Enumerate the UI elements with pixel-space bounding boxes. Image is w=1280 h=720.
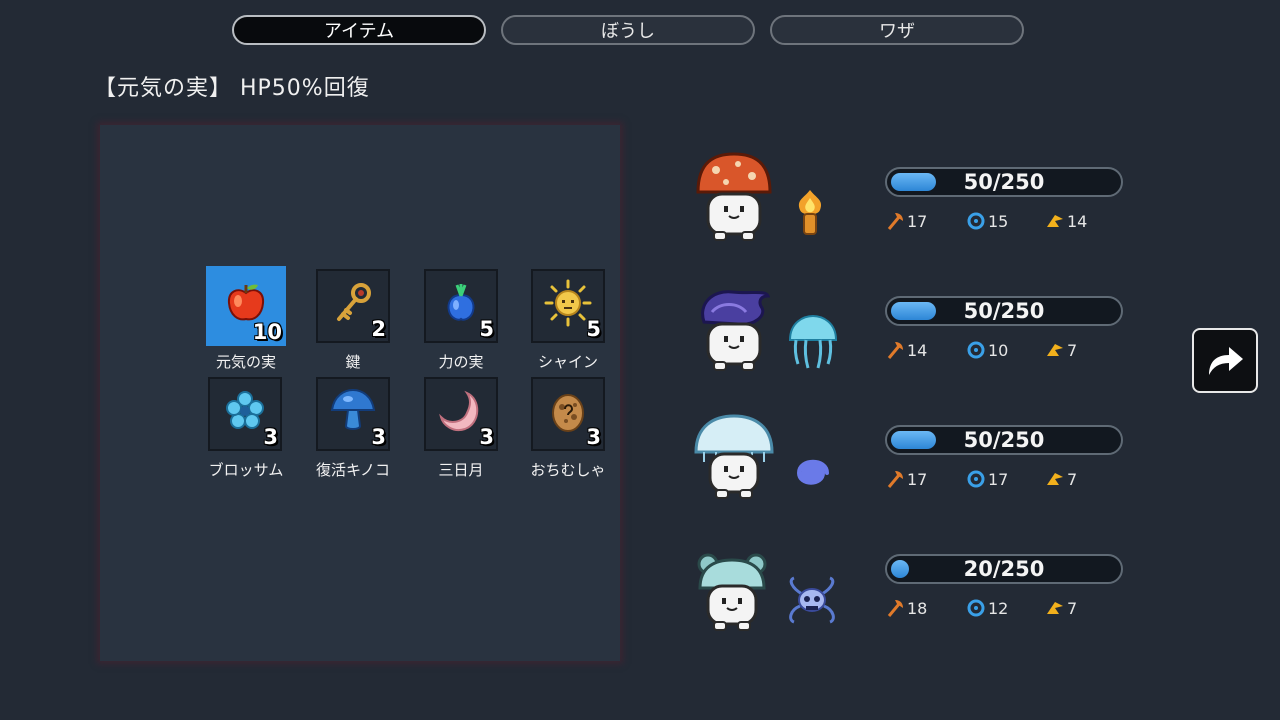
item-count: 3 (263, 425, 278, 449)
ring-icon (967, 212, 985, 230)
item-name: 力の実 (438, 353, 484, 371)
item-slot-moon[interactable]: 3 (424, 377, 498, 451)
item-slot-mushroom[interactable]: 3 (316, 377, 390, 451)
item-name: ブロッサム (208, 461, 284, 479)
speed-value: 7 (1067, 469, 1078, 489)
item-count: 3 (371, 425, 386, 449)
item-description: 【元気の実】 HP50%回復 (94, 76, 370, 101)
flame-hand-icon (798, 190, 822, 235)
key-icon (337, 283, 371, 322)
crescent-moon-icon (439, 390, 479, 432)
item-name: 元気の実 (215, 353, 276, 371)
wing-icon (1047, 473, 1063, 485)
defense-stat: 12 (966, 598, 1008, 618)
speed-value: 14 (1067, 211, 1088, 231)
speed-stat: 7 (1045, 598, 1077, 618)
defense-value: 17 (988, 469, 1009, 489)
attack-stat: 18 (885, 598, 927, 618)
attack-value: 17 (907, 469, 928, 489)
axe-icon (887, 342, 903, 359)
ring-icon (967, 470, 985, 488)
item-name: おちむしゃ (530, 461, 606, 479)
tab-hats[interactable]: ぼうし (501, 15, 755, 45)
item-count: 10 (252, 320, 282, 344)
hp-text: 50/250 (963, 299, 1045, 323)
attack-value: 14 (907, 340, 928, 360)
speed-stat: 7 (1045, 469, 1077, 489)
bear-ear-hat-character (697, 553, 767, 631)
item-name: 鍵 (345, 353, 361, 371)
tab-skills[interactable]: ワザ (770, 15, 1024, 45)
ring-icon (967, 599, 985, 617)
defense-value: 15 (988, 211, 1009, 231)
wing-icon (1047, 215, 1063, 227)
wing-icon (1047, 344, 1063, 356)
jellyfish-hat-character (694, 414, 774, 499)
tab-skills-label: ワザ (879, 21, 915, 42)
attack-value: 17 (907, 211, 928, 231)
hp-text: 20/250 (963, 557, 1045, 581)
party-member-4[interactable] (696, 552, 768, 640)
attack-stat: 14 (885, 340, 927, 360)
item-slot-sun[interactable]: 5 (531, 269, 605, 343)
egg-icon (552, 394, 584, 433)
axe-icon (887, 213, 903, 230)
defense-value: 10 (988, 340, 1009, 360)
item-slot-blue-fruit[interactable]: 5 (424, 269, 498, 343)
speed-value: 7 (1067, 598, 1078, 618)
party-member-1[interactable] (694, 152, 774, 252)
item-name: 三日月 (438, 461, 484, 479)
item-count: 2 (371, 317, 386, 341)
defense-stat: 10 (966, 340, 1008, 360)
hp-text: 50/250 (963, 170, 1045, 194)
hp-bar: 50/250 (885, 167, 1123, 197)
skull-tentacle-icon (789, 576, 835, 624)
axe-icon (887, 600, 903, 617)
purple-swirl-hat-character (701, 290, 771, 371)
item-count: 3 (479, 425, 494, 449)
party-member-3[interactable] (692, 412, 776, 510)
item-slot-key[interactable]: 2 (316, 269, 390, 343)
tab-hats-label: ぼうし (601, 21, 655, 42)
tab-items-label: アイテム (323, 21, 395, 42)
speed-value: 7 (1067, 340, 1078, 360)
item-name: シャイン (537, 353, 598, 371)
item-count: 5 (479, 317, 494, 341)
share-button[interactable] (1192, 328, 1258, 393)
hp-text: 50/250 (963, 428, 1045, 452)
speed-stat: 14 (1045, 211, 1087, 231)
inventory-panel: 10 元気の実 2 鍵 5 力の実 5 シャイン 3 ブロッサム 3 復活キノコ… (100, 125, 620, 661)
attack-stat: 17 (885, 211, 927, 231)
item-slot-egg[interactable]: 3 (531, 377, 605, 451)
blossom-icon (226, 391, 264, 430)
tab-items[interactable]: アイテム (232, 15, 486, 45)
hp-bar: 50/250 (885, 296, 1123, 326)
hp-bar: 20/250 (885, 554, 1123, 584)
attack-stat: 17 (885, 469, 927, 489)
defense-stat: 15 (966, 211, 1008, 231)
item-name: 復活キノコ (316, 461, 390, 479)
item-slot-blossom[interactable]: 3 (208, 377, 282, 451)
blue-fruit-icon (447, 284, 475, 321)
jellyfish-icon (788, 314, 838, 369)
axe-icon (887, 471, 903, 488)
ring-icon (967, 341, 985, 359)
attack-value: 18 (907, 598, 928, 618)
red-mushroom-hat-character (696, 152, 772, 241)
item-count: 5 (586, 317, 601, 341)
defense-stat: 17 (966, 469, 1008, 489)
spiral-icon (796, 459, 829, 485)
item-slot-apple[interactable]: 10 (206, 266, 286, 346)
share-arrow-icon (1209, 346, 1243, 375)
hp-bar: 50/250 (885, 425, 1123, 455)
wing-icon (1047, 602, 1063, 614)
party-member-2[interactable] (698, 286, 771, 382)
speed-stat: 7 (1045, 340, 1077, 360)
item-count: 3 (586, 425, 601, 449)
defense-value: 12 (988, 598, 1009, 618)
